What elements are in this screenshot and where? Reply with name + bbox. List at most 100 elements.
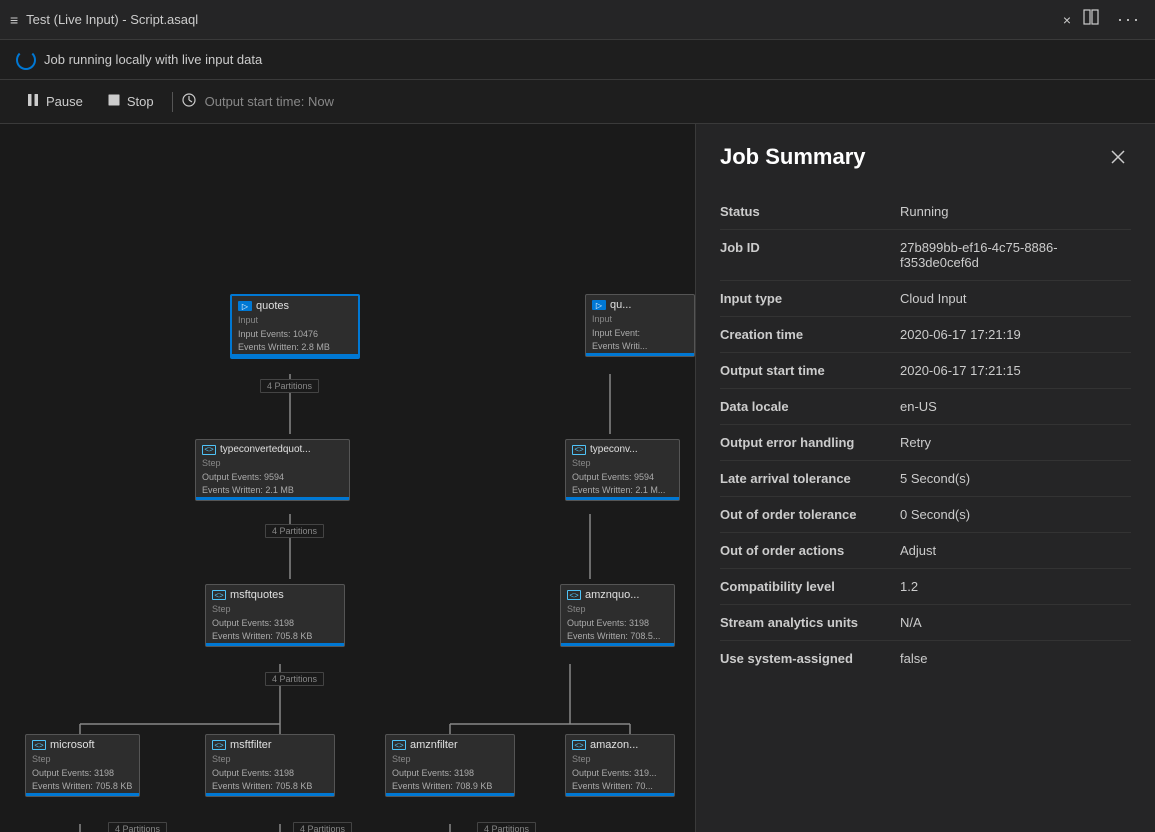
status-text: Job running locally with live input data: [44, 52, 262, 67]
summary-label: Input type: [720, 291, 900, 306]
toolbar: Pause Stop Output start time: Now: [0, 80, 1155, 124]
summary-row: Compatibility level1.2: [720, 569, 1131, 605]
summary-row: Output start time2020-06-17 17:21:15: [720, 353, 1131, 389]
node-quotes2[interactable]: ▷ qu... Input Input Event: Events Writi.…: [585, 294, 695, 357]
summary-value: false: [900, 651, 1131, 666]
summary-value: 0 Second(s): [900, 507, 1131, 522]
summary-value: 5 Second(s): [900, 471, 1131, 486]
node-quotes2-icon: ▷: [592, 300, 606, 310]
summary-label: Data locale: [720, 399, 900, 414]
node-typeconverted2[interactable]: <> typeconv... Step Output Events: 9594 …: [565, 439, 680, 501]
node-typeconverted2-icon: <>: [572, 445, 586, 455]
node-msftfilter[interactable]: <> msftfilter Step Output Events: 3198 E…: [205, 734, 335, 797]
node-msftfilter-icon: <>: [212, 740, 226, 750]
summary-label: Compatibility level: [720, 579, 900, 594]
node-msftquotes[interactable]: <> msftquotes Step Output Events: 3198 E…: [205, 584, 345, 647]
summary-row: Job ID27b899bb-ef16-4c75-8886-f353de0cef…: [720, 230, 1131, 281]
node-bar: [206, 793, 334, 796]
summary-label: Late arrival tolerance: [720, 471, 900, 486]
summary-value: 2020-06-17 17:21:19: [900, 327, 1131, 342]
node-microsoft-step-icon: <>: [32, 740, 46, 750]
summary-label: Job ID: [720, 240, 900, 255]
node-bar: [566, 793, 674, 796]
partition-label-4: 4 Partitions: [108, 822, 167, 832]
split-editor-button[interactable]: [1079, 7, 1103, 32]
partition-label-6: 4 Partitions: [477, 822, 536, 832]
panel-title: Job Summary: [720, 144, 866, 170]
node-bar: [206, 643, 344, 646]
summary-value: Running: [900, 204, 1131, 219]
node-quotes1-icon: ▷: [238, 301, 252, 311]
node-bar: [196, 497, 349, 500]
summary-value: Retry: [900, 435, 1131, 450]
stop-button[interactable]: Stop: [97, 87, 164, 116]
summary-value: 2020-06-17 17:21:15: [900, 363, 1131, 378]
summary-table: StatusRunningJob ID27b899bb-ef16-4c75-88…: [720, 194, 1131, 676]
summary-value: 1.2: [900, 579, 1131, 594]
node-amazon-icon: <>: [572, 740, 586, 750]
summary-label: Output error handling: [720, 435, 900, 450]
partition-label-3: 4 Partitions: [265, 672, 324, 686]
summary-row: Out of order actionsAdjust: [720, 533, 1131, 569]
node-amznfilter-icon: <>: [392, 740, 406, 750]
title-bar-actions: ···: [1079, 7, 1145, 32]
node-bar: [566, 497, 679, 500]
summary-label: Output start time: [720, 363, 900, 378]
summary-value: Adjust: [900, 543, 1131, 558]
node-msftquotes-icon: <>: [212, 590, 226, 600]
node-typeconverted1[interactable]: <> typeconvertedquot... Step Output Even…: [195, 439, 350, 501]
partition-label-1: 4 Partitions: [260, 379, 319, 393]
node-microsoft-step[interactable]: <> microsoft Step Output Events: 3198 Ev…: [25, 734, 140, 797]
toolbar-separator: [172, 92, 173, 112]
main-content: ▷ quotes Input Input Events: 10476 Event…: [0, 124, 1155, 832]
more-actions-button[interactable]: ···: [1113, 7, 1145, 32]
summary-label: Use system-assigned: [720, 651, 900, 666]
summary-row: Stream analytics unitsN/A: [720, 605, 1131, 641]
summary-row: Creation time2020-06-17 17:21:19: [720, 317, 1131, 353]
summary-label: Out of order tolerance: [720, 507, 900, 522]
menu-icon[interactable]: ≡: [10, 12, 18, 28]
summary-value: en-US: [900, 399, 1131, 414]
clock-icon: [181, 92, 197, 111]
partition-label-5: 4 Partitions: [293, 822, 352, 832]
summary-value: 27b899bb-ef16-4c75-8886-f353de0cef6d: [900, 240, 1131, 270]
summary-label: Creation time: [720, 327, 900, 342]
summary-label: Stream analytics units: [720, 615, 900, 630]
partition-label-2: 4 Partitions: [265, 524, 324, 538]
loading-spinner: [16, 50, 36, 70]
summary-row: Use system-assignedfalse: [720, 641, 1131, 676]
diagram-canvas-area[interactable]: ▷ quotes Input Input Events: 10476 Event…: [0, 124, 695, 832]
summary-row: StatusRunning: [720, 194, 1131, 230]
summary-row: Out of order tolerance0 Second(s): [720, 497, 1131, 533]
summary-value: Cloud Input: [900, 291, 1131, 306]
output-time-label: Output start time: Now: [205, 94, 334, 109]
summary-label: Out of order actions: [720, 543, 900, 558]
node-amznfilter[interactable]: <> amznfilter Step Output Events: 3198 E…: [385, 734, 515, 797]
summary-label: Status: [720, 204, 900, 219]
node-bar: [232, 354, 358, 357]
node-amazon[interactable]: <> amazon... Step Output Events: 319... …: [565, 734, 675, 797]
node-bar: [26, 793, 139, 796]
tab-close-icon[interactable]: ×: [1063, 12, 1071, 28]
node-bar: [386, 793, 514, 796]
summary-value: N/A: [900, 615, 1131, 630]
summary-row: Late arrival tolerance5 Second(s): [720, 461, 1131, 497]
title-bar: ≡ Test (Live Input) - Script.asaql × ···: [0, 0, 1155, 40]
job-summary-panel: Job Summary StatusRunningJob ID27b899bb-…: [695, 124, 1155, 832]
node-typeconverted1-icon: <>: [202, 445, 216, 455]
summary-row: Output error handlingRetry: [720, 425, 1131, 461]
node-bar: [561, 643, 674, 646]
pause-icon: [26, 93, 40, 110]
summary-row: Data localeen-US: [720, 389, 1131, 425]
node-amznquotes-icon: <>: [567, 590, 581, 600]
pause-button[interactable]: Pause: [16, 87, 93, 116]
panel-header: Job Summary: [720, 144, 1131, 170]
node-quotes1[interactable]: ▷ quotes Input Input Events: 10476 Event…: [230, 294, 360, 359]
summary-row: Input typeCloud Input: [720, 281, 1131, 317]
node-bar: [586, 353, 694, 356]
stop-icon: [107, 93, 121, 110]
tab-title: Test (Live Input) - Script.asaql: [26, 12, 1051, 27]
status-bar: Job running locally with live input data: [0, 40, 1155, 80]
panel-close-button[interactable]: [1105, 144, 1131, 170]
node-amznquotes[interactable]: <> amznquo... Step Output Events: 3198 E…: [560, 584, 675, 647]
